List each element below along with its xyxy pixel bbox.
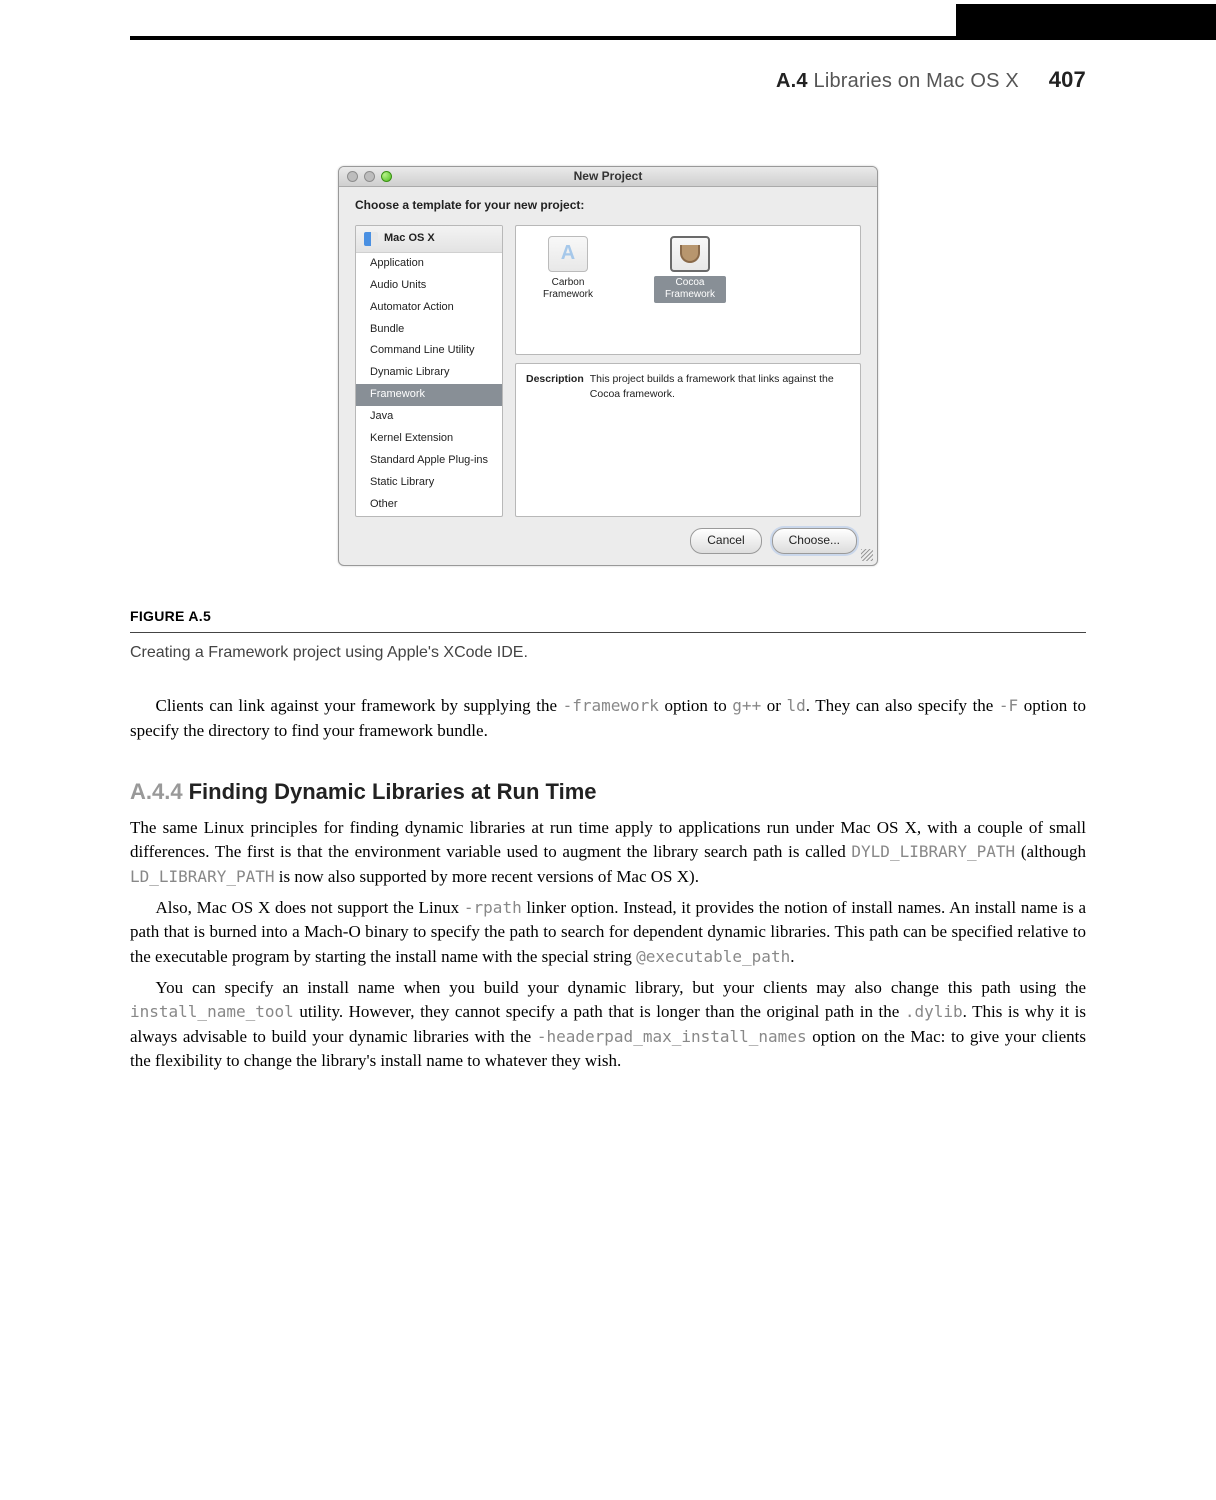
sidebar-section-header: Mac OS X xyxy=(356,226,502,253)
sidebar-item-java[interactable]: Java xyxy=(356,406,502,428)
cocoa-framework-icon xyxy=(670,236,710,272)
sidebar-item-automator-action[interactable]: Automator Action xyxy=(356,297,502,319)
cancel-button[interactable]: Cancel xyxy=(690,528,761,553)
sidebar-section-label: Mac OS X xyxy=(384,231,435,247)
section-heading: A.4.4Finding Dynamic Libraries at Run Ti… xyxy=(130,776,1086,808)
code-F-flag: -F xyxy=(999,696,1018,715)
sidebar-item-bundle[interactable]: Bundle xyxy=(356,319,502,341)
sidebar-item-audio-units[interactable]: Audio Units xyxy=(356,275,502,297)
sidebar-item-kernel-extension[interactable]: Kernel Extension xyxy=(356,428,502,450)
resize-grip-icon[interactable] xyxy=(861,549,873,561)
figure-rule xyxy=(130,632,1086,633)
paragraph-1: Clients can link against your framework … xyxy=(130,694,1086,743)
sidebar-item-other[interactable]: Other xyxy=(356,494,502,516)
description-panel: Description This project builds a framew… xyxy=(515,363,861,517)
template-label: Carbon Framework xyxy=(532,276,604,303)
sidebar-list: Application Audio Units Automator Action… xyxy=(356,253,502,516)
carbon-framework-icon: A xyxy=(548,236,588,272)
section-number: A.4.4 xyxy=(130,779,183,804)
titlebar: New Project xyxy=(339,167,877,187)
code-gpp: g++ xyxy=(732,696,761,715)
page-top-rule xyxy=(130,36,1086,40)
code-framework-flag: -framework xyxy=(563,696,659,715)
sidebar-item-dynamic-library[interactable]: Dynamic Library xyxy=(356,362,502,384)
code-dylib: .dylib xyxy=(905,1002,963,1021)
sidebar: Mac OS X Application Audio Units Automat… xyxy=(355,225,503,517)
window-title: New Project xyxy=(339,168,877,185)
sidebar-item-application[interactable]: Application xyxy=(356,253,502,275)
page-corner-black xyxy=(956,4,1216,40)
template-cocoa-framework[interactable]: Cocoa Framework xyxy=(654,236,726,303)
code-rpath: -rpath xyxy=(464,898,522,917)
header-section-title: Libraries on Mac OS X xyxy=(814,70,1019,92)
code-exec-path: @executable_path xyxy=(636,947,790,966)
sidebar-item-framework[interactable]: Framework xyxy=(356,384,502,406)
code-ld: ld xyxy=(787,696,806,715)
dialog-footer: Cancel Choose... xyxy=(339,517,877,565)
header-section-num: A.4 xyxy=(776,70,808,92)
template-label: Cocoa Framework xyxy=(654,276,726,303)
paragraph-2: The same Linux principles for finding dy… xyxy=(130,816,1086,890)
sidebar-item-command-line-utility[interactable]: Command Line Utility xyxy=(356,340,502,362)
header-page-number: 407 xyxy=(1049,67,1086,92)
dialog-prompt: Choose a template for your new project: xyxy=(339,187,877,224)
figure-caption: Creating a Framework project using Apple… xyxy=(130,641,1086,664)
sidebar-item-standard-apple-plugins[interactable]: Standard Apple Plug-ins xyxy=(356,450,502,472)
template-carbon-framework[interactable]: A Carbon Framework xyxy=(532,236,604,303)
code-headerpad: -headerpad_max_install_names xyxy=(537,1027,807,1046)
section-title: Finding Dynamic Libraries at Run Time xyxy=(189,779,597,804)
description-text: This project builds a framework that lin… xyxy=(590,372,850,508)
code-dyld-path: DYLD_LIBRARY_PATH xyxy=(851,842,1015,861)
choose-button[interactable]: Choose... xyxy=(772,528,857,553)
template-grid: A Carbon Framework Cocoa Framework xyxy=(515,225,861,355)
description-label: Description xyxy=(526,372,584,508)
xcode-dialog: New Project Choose a template for your n… xyxy=(338,166,878,566)
code-install-name-tool: install_name_tool xyxy=(130,1002,294,1021)
code-ld-path: LD_LIBRARY_PATH xyxy=(130,867,275,886)
macosx-icon xyxy=(364,232,378,246)
running-header: A.4 Libraries on Mac OS X 407 xyxy=(130,46,1086,136)
figure-label: FIGURE A.5 xyxy=(130,606,1086,626)
figure-container: New Project Choose a template for your n… xyxy=(130,166,1086,566)
paragraph-3: Also, Mac OS X does not support the Linu… xyxy=(130,896,1086,970)
sidebar-item-static-library[interactable]: Static Library xyxy=(356,472,502,494)
paragraph-4: You can specify an install name when you… xyxy=(130,976,1086,1075)
